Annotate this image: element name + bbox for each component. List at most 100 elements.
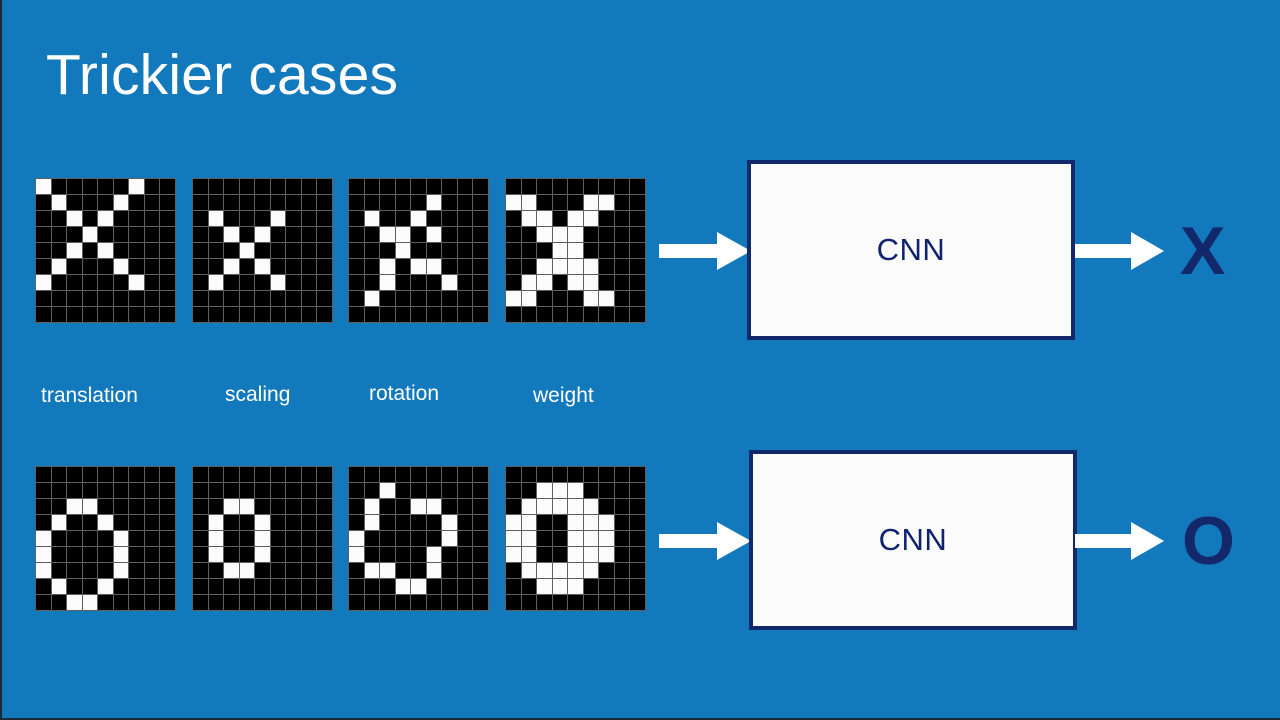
sprite-cell <box>193 211 208 226</box>
sprite-cell <box>364 515 380 530</box>
sprite-cell <box>568 547 583 562</box>
sprite-cell <box>521 595 537 610</box>
sprite-cell <box>193 531 208 546</box>
sprite-cell <box>521 291 537 306</box>
sprite-cell <box>82 547 98 562</box>
sprite-cell <box>270 195 286 210</box>
sprite-cell <box>193 275 208 290</box>
sprite-cell <box>224 499 239 514</box>
output-letter-x: X <box>1180 213 1226 289</box>
sprite-cell <box>395 179 411 194</box>
sprite-cell <box>317 307 332 322</box>
sprite-cell <box>270 243 286 258</box>
sprite-cell <box>36 483 51 498</box>
sprite-cell <box>113 259 129 274</box>
sprite-cell <box>144 227 160 242</box>
sprite-cell <box>457 291 473 306</box>
sprite-cell <box>224 275 239 290</box>
sprite-cell <box>98 275 113 290</box>
sprite-cell <box>113 499 129 514</box>
sprite-cell <box>270 275 286 290</box>
sprite-cell <box>395 211 411 226</box>
sprite-cell <box>301 579 317 594</box>
sprite-cell <box>51 595 67 610</box>
sprite-cell <box>364 195 380 210</box>
sprite-cell <box>630 179 645 194</box>
sprite-cell <box>224 579 239 594</box>
sprite-cell <box>301 595 317 610</box>
sprite-cell <box>568 579 583 594</box>
sprite-cell <box>411 531 426 546</box>
sprite-cell <box>568 531 583 546</box>
sprite-cell <box>129 227 144 242</box>
sprite-cell <box>270 579 286 594</box>
sprite-cell <box>113 579 129 594</box>
sprite-cell <box>36 531 51 546</box>
sprite-cell <box>426 483 442 498</box>
sprite-cell <box>208 563 224 578</box>
sprite-cell <box>411 275 426 290</box>
sprite-cell <box>473 595 488 610</box>
sprite-cell <box>51 275 67 290</box>
sprite-cell <box>317 243 332 258</box>
sprite-cell <box>349 563 364 578</box>
sprite-cell <box>98 563 113 578</box>
sprite-cell <box>568 275 583 290</box>
sprite-cell <box>144 179 160 194</box>
sprite-cell <box>286 515 301 530</box>
sprite-cell <box>255 195 270 210</box>
sprite-cell <box>67 291 82 306</box>
sprite-cell <box>457 275 473 290</box>
sprite-cell <box>239 291 255 306</box>
sprite-cell <box>537 291 552 306</box>
sprite-cell <box>208 307 224 322</box>
sprite-cell <box>614 211 630 226</box>
sprite-cell <box>473 515 488 530</box>
sprite-cell <box>599 211 614 226</box>
sprite-cell <box>224 179 239 194</box>
sprite-cell <box>599 499 614 514</box>
sprite-cell <box>270 531 286 546</box>
sprite-cell <box>113 531 129 546</box>
sprite-cell <box>395 483 411 498</box>
sprite-cell <box>568 211 583 226</box>
sprite-cell <box>301 211 317 226</box>
sprite-cell <box>630 307 645 322</box>
sprite-cell <box>395 259 411 274</box>
sprite-cell <box>36 547 51 562</box>
sprite-cell <box>208 467 224 482</box>
sprite-cell <box>380 531 395 546</box>
sprite-cell <box>614 499 630 514</box>
sprite-cell <box>568 259 583 274</box>
sprite-cell <box>239 227 255 242</box>
sprite-cell <box>301 195 317 210</box>
sprite-cell <box>193 499 208 514</box>
sprite-cell <box>521 483 537 498</box>
sprite-cell <box>521 259 537 274</box>
sprite-cell <box>552 595 568 610</box>
sprite-cell <box>380 467 395 482</box>
sprite-cell <box>67 563 82 578</box>
sprite-cell <box>255 483 270 498</box>
sprite-cell <box>506 531 521 546</box>
sprite-cell <box>521 179 537 194</box>
sprite-cell <box>380 259 395 274</box>
sprite-cell <box>270 499 286 514</box>
sprite-cell <box>457 243 473 258</box>
sprite-cell <box>599 195 614 210</box>
sprite-cell <box>160 211 175 226</box>
sprite-cell <box>426 579 442 594</box>
sprite-cell <box>160 579 175 594</box>
sprite-cell <box>113 515 129 530</box>
sprite-cell <box>552 227 568 242</box>
sprite-cell <box>208 515 224 530</box>
sprite-cell <box>113 467 129 482</box>
sprite-cell <box>224 259 239 274</box>
sprite-cell <box>51 547 67 562</box>
sprite-cell <box>255 291 270 306</box>
sprite-cell <box>208 547 224 562</box>
sprite-cell <box>349 259 364 274</box>
sprite-cell <box>411 547 426 562</box>
sprite-cell <box>568 515 583 530</box>
sprite-cell <box>224 531 239 546</box>
